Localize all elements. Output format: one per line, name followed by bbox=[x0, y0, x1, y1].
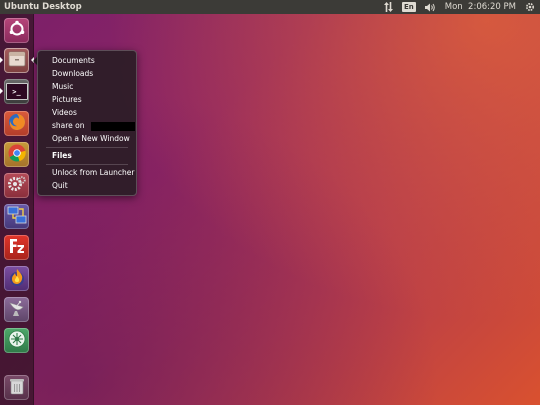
quicklist-separator bbox=[46, 147, 128, 148]
share-label: share on bbox=[52, 121, 85, 130]
quicklist-item-downloads[interactable]: Downloads bbox=[52, 68, 93, 79]
launcher-item-firefox[interactable] bbox=[3, 110, 30, 137]
launcher-item-network-app[interactable] bbox=[3, 203, 30, 230]
keyboard-layout-label: En bbox=[401, 2, 416, 12]
quicklist-app-title[interactable]: Files bbox=[52, 150, 72, 161]
launcher-item-system-settings[interactable] bbox=[3, 172, 30, 199]
launcher-item-burner-app[interactable] bbox=[3, 265, 30, 292]
redacted-block bbox=[90, 121, 135, 131]
file-cabinet-icon bbox=[8, 51, 26, 71]
window-title: Ubuntu Desktop bbox=[4, 2, 82, 12]
launcher-item-trash[interactable] bbox=[3, 374, 30, 401]
quicklist-item-videos[interactable]: Videos bbox=[52, 107, 77, 118]
files-quicklist: Documents Downloads Music Pictures Video… bbox=[37, 50, 137, 196]
chrome-icon bbox=[7, 143, 27, 167]
gear-icon[interactable] bbox=[525, 1, 535, 13]
quicklist-item-pictures[interactable]: Pictures bbox=[52, 94, 82, 105]
network-monitor-icon bbox=[7, 205, 27, 229]
launcher: >_ bbox=[0, 14, 34, 405]
terminal-icon: >_ bbox=[5, 83, 28, 100]
top-panel: Ubuntu Desktop En Mon 2:06:20 PM bbox=[0, 0, 540, 14]
launcher-item-ubuntu-dash[interactable] bbox=[3, 17, 30, 44]
settings-gears-icon bbox=[7, 174, 27, 198]
launcher-item-chrome[interactable] bbox=[3, 141, 30, 168]
volume-icon[interactable] bbox=[424, 1, 436, 13]
launcher-item-network-tool[interactable] bbox=[3, 327, 30, 354]
quicklist-item-quit[interactable]: Quit bbox=[52, 180, 68, 191]
quicklist-item-music[interactable]: Music bbox=[52, 81, 73, 92]
quicklist-separator bbox=[46, 164, 128, 165]
satellite-dish-icon bbox=[7, 298, 27, 322]
clock[interactable]: Mon 2:06:20 PM bbox=[445, 1, 516, 13]
flame-icon bbox=[7, 267, 27, 291]
launcher-item-satellite-app[interactable] bbox=[3, 296, 30, 323]
filezilla-icon bbox=[7, 236, 27, 260]
keyboard-icon[interactable]: En bbox=[401, 1, 416, 13]
terminal-prompt: >_ bbox=[12, 87, 21, 96]
trash-icon bbox=[8, 376, 26, 400]
ubuntu-logo-icon bbox=[8, 20, 26, 42]
launcher-item-filezilla[interactable] bbox=[3, 234, 30, 261]
launcher-item-terminal[interactable]: >_ bbox=[3, 78, 30, 105]
quicklist-item-share[interactable]: share on bbox=[52, 120, 135, 131]
network-globe-icon bbox=[7, 329, 27, 353]
launcher-item-files[interactable] bbox=[3, 47, 30, 74]
firefox-icon bbox=[7, 112, 27, 136]
network-arrows-icon[interactable] bbox=[383, 1, 393, 13]
indicator-area: En Mon 2:06:20 PM bbox=[383, 1, 540, 13]
quicklist-item-new-window[interactable]: Open a New Window bbox=[52, 133, 130, 144]
quicklist-item-unlock[interactable]: Unlock from Launcher bbox=[52, 167, 134, 178]
quicklist-item-documents[interactable]: Documents bbox=[52, 55, 95, 66]
